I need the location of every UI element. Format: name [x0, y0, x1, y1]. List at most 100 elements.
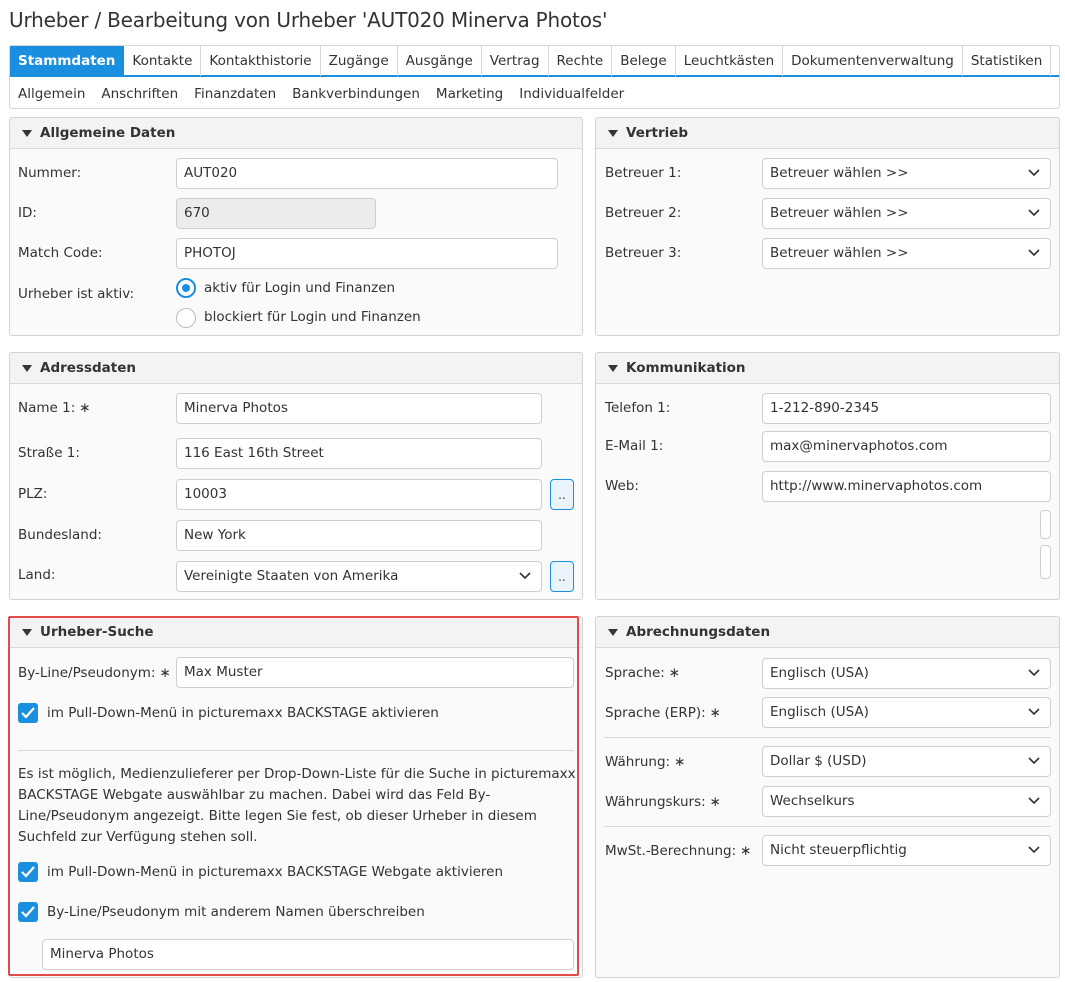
- tab-stammdaten[interactable]: Stammdaten: [10, 46, 125, 76]
- nummer-input[interactable]: AUT020: [176, 158, 558, 189]
- exchange-rate-select[interactable]: Wechselkurs: [762, 786, 1051, 817]
- tab-leuchtkästen[interactable]: Leuchtkästen: [676, 46, 784, 76]
- tab-statistiken[interactable]: Statistiken: [963, 46, 1052, 76]
- street-input[interactable]: 116 East 16th Street: [176, 438, 542, 469]
- select-value: Dollar $ (USD): [770, 753, 867, 769]
- override-name-input[interactable]: Minerva Photos: [42, 939, 574, 970]
- tab-ausgänge[interactable]: Ausgänge: [398, 46, 482, 76]
- byline-label: By-Line/Pseudonym: ∗: [18, 665, 171, 681]
- divider: [604, 826, 1051, 827]
- checkmark-icon: [21, 906, 35, 918]
- tab-container: Stammdaten Kontakte Kontakthistorie Zugänge…: [9, 45, 1060, 109]
- web-label: Web:: [605, 478, 639, 494]
- aktiv-label: Urheber ist aktiv:: [18, 286, 135, 302]
- select-value: Betreuer wählen >>: [770, 205, 909, 221]
- select-value: Betreuer wählen >>: [770, 165, 909, 181]
- subtab-finanzdaten[interactable]: Finanzdaten: [186, 80, 284, 108]
- language-label: Sprache: ∗: [605, 665, 681, 681]
- email-input[interactable]: max@minervaphotos.com: [762, 431, 1051, 462]
- info-paragraph: Es ist möglich, Medienzulieferer per Dro…: [18, 766, 576, 845]
- currency-select[interactable]: Dollar $ (USD): [762, 746, 1051, 777]
- select-value: Wechselkurs: [770, 793, 855, 809]
- select-value: Englisch (USA): [770, 704, 869, 720]
- backstage-checkbox-label: im Pull-Down-Menü in picturemaxx BACKSTA…: [47, 705, 439, 721]
- billing-panel: Abrechnungsdaten Sprache: ∗ Englisch (USA…: [595, 616, 1060, 978]
- name-label: Name 1: ∗: [18, 400, 91, 416]
- chevron-down-icon: [1028, 708, 1040, 716]
- search-panel: Urheber-Suche By-Line/Pseudonym: ∗ Max Mu…: [9, 616, 583, 978]
- web-input[interactable]: http://www.minervaphotos.com: [762, 471, 1051, 502]
- extra-input-edge[interactable]: [1040, 510, 1051, 539]
- webgate-checkbox[interactable]: [18, 862, 38, 882]
- communication-header[interactable]: Kommunikation: [596, 353, 1059, 384]
- select-value: Vereinigte Staaten von Amerika: [184, 568, 399, 584]
- plz-label: PLZ:: [18, 486, 48, 502]
- betreuer-1-select[interactable]: Betreuer wählen >>: [762, 158, 1051, 189]
- tab-belege[interactable]: Belege: [612, 46, 676, 76]
- tab-rechte[interactable]: Rechte: [549, 46, 613, 76]
- panel-title: Kommunikation: [626, 360, 746, 376]
- chevron-down-icon: [1028, 797, 1040, 805]
- betreuer-3-select[interactable]: Betreuer wählen >>: [762, 238, 1051, 269]
- country-lookup-button[interactable]: ..: [550, 561, 574, 592]
- subtab-allgemein[interactable]: Allgemein: [10, 80, 93, 108]
- state-label: Bundesland:: [18, 527, 102, 543]
- main-tabs: Stammdaten Kontakte Kontakthistorie Zugänge…: [10, 46, 1059, 77]
- radio-blocked[interactable]: [176, 308, 196, 328]
- billing-header[interactable]: Abrechnungsdaten: [596, 617, 1059, 648]
- betreuer-2-select[interactable]: Betreuer wählen >>: [762, 198, 1051, 229]
- caret-down-icon: [22, 130, 32, 137]
- tab-dokumentenverwaltung[interactable]: Dokumentenverwaltung: [783, 46, 963, 76]
- name-input[interactable]: Minerva Photos: [176, 393, 542, 424]
- subtab-marketing[interactable]: Marketing: [428, 80, 511, 108]
- general-data-header[interactable]: Allgemeine Daten: [10, 118, 582, 149]
- vertrieb-header[interactable]: Vertrieb: [596, 118, 1059, 149]
- general-data-panel: Allgemeine Daten Nummer: AUT020 ID: 670 …: [9, 117, 583, 336]
- chevron-down-icon: [519, 572, 531, 580]
- extra-input-edge[interactable]: [1040, 545, 1051, 579]
- vat-select[interactable]: Nicht steuerpflichtig: [762, 835, 1051, 866]
- webgate-checkbox-label: im Pull-Down-Menü in picturemaxx BACKSTA…: [47, 864, 503, 880]
- betreuer-1-label: Betreuer 1:: [605, 165, 682, 181]
- search-header[interactable]: Urheber-Suche: [10, 617, 582, 648]
- vat-label: MwSt.-Berechnung: ∗: [605, 843, 752, 859]
- plz-lookup-button[interactable]: ..: [550, 479, 574, 510]
- vertrieb-panel: Vertrieb Betreuer 1: Betreuer wählen >> …: [595, 117, 1060, 336]
- tab-zugänge[interactable]: Zugänge: [321, 46, 398, 76]
- state-input[interactable]: New York: [176, 520, 542, 551]
- nummer-label: Nummer:: [18, 165, 82, 181]
- country-select[interactable]: Vereinigte Staaten von Amerika: [176, 561, 542, 592]
- chevron-down-icon: [1028, 846, 1040, 854]
- backstage-checkbox[interactable]: [18, 703, 38, 723]
- address-header[interactable]: Adressdaten: [10, 353, 582, 384]
- communication-panel: Kommunikation Telefon 1: 1-212-890-2345 …: [595, 352, 1060, 600]
- subtab-individualfelder[interactable]: Individualfelder: [511, 80, 632, 108]
- tab-kontakte[interactable]: Kontakte: [124, 46, 202, 76]
- radio-blocked-label: blockiert für Login und Finanzen: [204, 309, 421, 325]
- exchange-rate-label: Währungskurs: ∗: [605, 794, 721, 810]
- subtab-anschriften[interactable]: Anschriften: [93, 80, 186, 108]
- panel-title: Adressdaten: [40, 360, 136, 376]
- phone-label: Telefon 1:: [605, 400, 671, 416]
- id-label: ID:: [18, 205, 37, 221]
- betreuer-2-label: Betreuer 2:: [605, 205, 682, 221]
- erp-language-label: Sprache (ERP): ∗: [605, 705, 721, 721]
- caret-down-icon: [608, 130, 618, 137]
- tab-kontakthistorie[interactable]: Kontakthistorie: [201, 46, 321, 76]
- plz-input[interactable]: 10003: [176, 479, 542, 510]
- phone-input[interactable]: 1-212-890-2345: [762, 393, 1051, 424]
- checkmark-icon: [21, 866, 35, 878]
- byline-input[interactable]: Max Muster: [176, 657, 574, 688]
- page-title: Urheber / Bearbeitung von Urheber 'AUT02…: [9, 8, 608, 32]
- override-checkbox-label: By-Line/Pseudonym mit anderem Namen über…: [47, 904, 425, 920]
- language-select[interactable]: Englisch (USA): [762, 658, 1051, 689]
- erp-language-select[interactable]: Englisch (USA): [762, 697, 1051, 728]
- caret-down-icon: [22, 365, 32, 372]
- override-checkbox[interactable]: [18, 902, 38, 922]
- match-code-input[interactable]: PHOTOJ: [176, 238, 558, 269]
- radio-active[interactable]: [176, 278, 196, 298]
- checkmark-icon: [21, 707, 35, 719]
- tab-vertrag[interactable]: Vertrag: [482, 46, 549, 76]
- caret-down-icon: [608, 365, 618, 372]
- subtab-bankverbindungen[interactable]: Bankverbindungen: [284, 80, 428, 108]
